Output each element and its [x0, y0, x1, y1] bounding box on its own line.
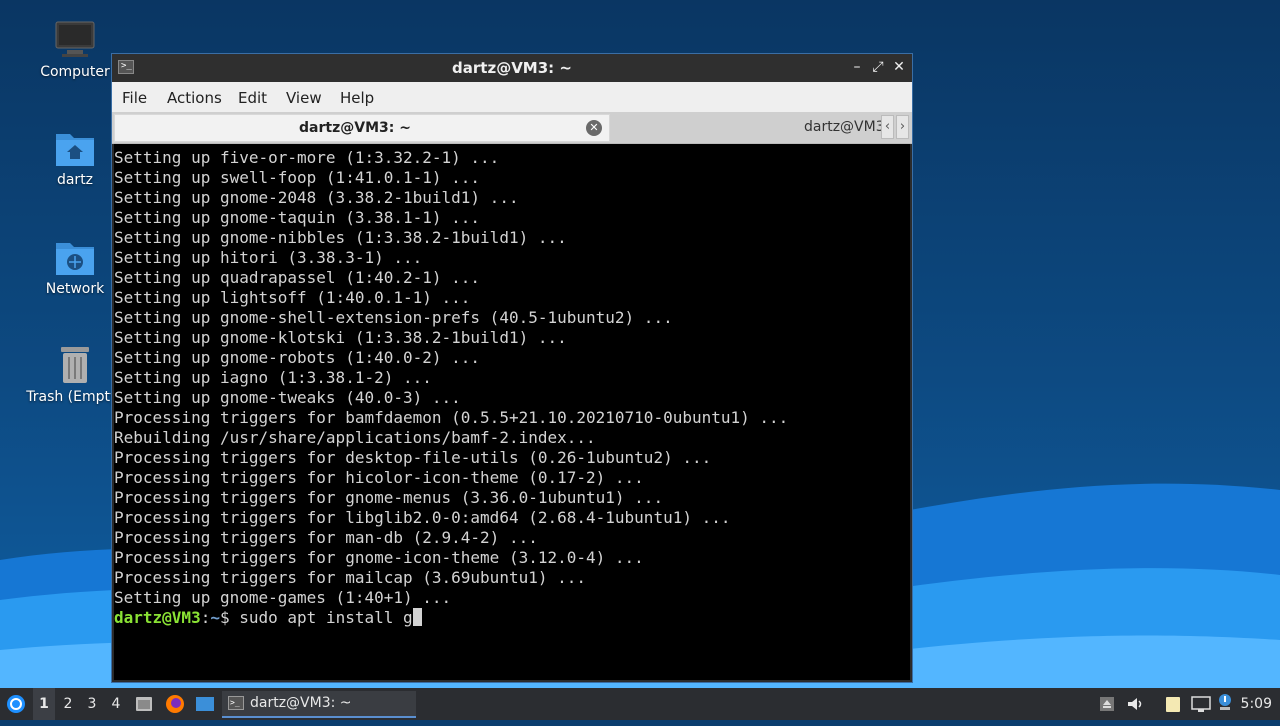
desktop-icon-trash[interactable]: Trash (Empty)	[25, 345, 125, 405]
workspace-1[interactable]: 1	[33, 688, 55, 720]
clipboard-icon	[1166, 697, 1180, 712]
taskbar-task-terminal[interactable]: >_ dartz@VM3: ~	[222, 691, 416, 718]
terminal-line: Setting up gnome-taquin (3.38.1-1) ...	[114, 208, 481, 227]
tab-inactive[interactable]: dartz@VM3: ~	[612, 114, 884, 142]
terminal-line: Processing triggers for desktop-file-uti…	[114, 448, 712, 467]
prompt-user: dartz@VM3	[114, 608, 201, 627]
desktop-icon	[196, 697, 214, 711]
terminal-output[interactable]: Setting up five-or-more (1:3.32.2-1) ...…	[114, 144, 910, 680]
terminal-icon: >_	[228, 696, 244, 710]
start-menu-button[interactable]	[4, 688, 28, 720]
terminal-line: Setting up gnome-robots (1:40.0-2) ...	[114, 348, 481, 367]
clock[interactable]: 5:09	[1241, 688, 1272, 720]
terminal-line: Processing triggers for bamfdaemon (0.5.…	[114, 408, 789, 427]
tray-eject-button[interactable]	[1098, 688, 1116, 720]
command-input[interactable]: sudo apt install g	[239, 608, 412, 627]
desktop-icon-label: Trash (Empty)	[26, 389, 124, 405]
terminal-line: Processing triggers for man-db (2.9.4-2)…	[114, 528, 538, 547]
desktop-icon-network[interactable]: Network	[25, 237, 125, 297]
tab-scroll-left-icon[interactable]: ‹	[881, 115, 894, 139]
terminal-line: Processing triggers for gnome-menus (3.3…	[114, 488, 664, 507]
prompt-separator: :	[200, 608, 211, 627]
network-folder-icon	[56, 243, 94, 275]
terminal-line: Setting up hitori (3.38.3-1) ...	[114, 248, 423, 267]
tab-scroll-right-icon[interactable]: ›	[896, 115, 909, 139]
taskbar: 1 2 3 4 >_ dartz@VM3: ~ 5:09	[0, 688, 1280, 720]
menu-view[interactable]: View	[286, 89, 322, 107]
terminal-line: Setting up gnome-klotski (1:3.38.2-1buil…	[114, 328, 567, 347]
file-manager-icon	[136, 697, 152, 711]
window-title: dartz@VM3: ~	[452, 59, 572, 77]
workspace-2[interactable]: 2	[57, 688, 79, 720]
terminal-line: Processing triggers for mailcap (3.69ubu…	[114, 568, 587, 587]
text-cursor	[412, 608, 422, 626]
eject-icon	[1100, 697, 1114, 711]
lubuntu-logo-icon	[7, 695, 25, 713]
terminal-line: Processing triggers for gnome-icon-theme…	[114, 548, 644, 567]
terminal-line: Setting up swell-foop (1:41.0.1-1) ...	[114, 168, 481, 187]
tab-label: dartz@VM3: ~	[299, 120, 411, 136]
volume-button[interactable]	[1126, 688, 1146, 720]
terminal-line: Setting up gnome-nibbles (1:3.38.2-1buil…	[114, 228, 567, 247]
terminal-line: Setting up gnome-2048 (3.38.2-1build1) .…	[114, 188, 519, 207]
desktop-icon-computer[interactable]: Computer	[25, 20, 125, 80]
terminal-line: Setting up five-or-more (1:3.32.2-1) ...	[114, 148, 500, 167]
menu-edit[interactable]: Edit	[238, 89, 267, 107]
clipboard-button[interactable]	[1163, 688, 1183, 720]
prompt-path: ~	[210, 608, 220, 627]
prompt-symbol: $	[219, 608, 240, 627]
title-bar[interactable]: >_ dartz@VM3: ~ – ⤢ ✕	[112, 54, 912, 82]
terminal-line: Setting up gnome-tweaks (40.0-3) ...	[114, 388, 461, 407]
terminal-line: Setting up iagno (1:3.38.1-2) ...	[114, 368, 432, 387]
home-folder-icon	[56, 134, 94, 166]
terminal-window[interactable]: >_ dartz@VM3: ~ – ⤢ ✕ File Actions Edit …	[111, 53, 913, 683]
menu-help[interactable]: Help	[340, 89, 374, 107]
prompt-line[interactable]: dartz@VM3:~$ sudo apt install g	[114, 608, 788, 628]
tab-active[interactable]: dartz@VM3: ~ ✕	[114, 114, 610, 142]
terminal-line: Setting up gnome-games (1:40+1) ...	[114, 588, 452, 607]
desktop-icon-label: Network	[45, 281, 105, 297]
tab-bar: dartz@VM3: ~ ✕ dartz@VM3: ~ ‹ ›	[112, 112, 912, 144]
menu-bar: File Actions Edit View Help	[112, 82, 912, 112]
trash-icon	[61, 347, 89, 383]
terminal-line: Setting up lightsoff (1:40.0.1-1) ...	[114, 288, 471, 307]
desktop-icon-home[interactable]: dartz	[25, 128, 125, 188]
notification-button[interactable]	[1215, 688, 1235, 720]
menu-actions[interactable]: Actions	[167, 89, 222, 107]
terminal-line: Setting up gnome-shell-extension-prefs (…	[114, 308, 673, 327]
computer-icon	[55, 21, 95, 57]
desktop-icon-label: Computer	[40, 64, 110, 80]
tab-label: dartz@VM3: ~	[804, 119, 884, 135]
update-notification-icon	[1219, 694, 1231, 710]
maximize-button[interactable]: ⤢	[869, 58, 887, 76]
terminal-line: Processing triggers for libglib2.0-0:amd…	[114, 508, 731, 527]
terminal-line: Rebuilding /usr/share/applications/bamf-…	[114, 428, 596, 447]
firefox-icon	[166, 695, 184, 713]
tab-close-icon[interactable]: ✕	[586, 120, 602, 136]
network-wired-icon	[1191, 696, 1211, 712]
network-button[interactable]	[1190, 688, 1212, 720]
task-label: dartz@VM3: ~	[250, 695, 352, 711]
show-desktop-button[interactable]	[194, 688, 216, 720]
workspace-4[interactable]: 4	[105, 688, 127, 720]
file-manager-launcher[interactable]	[134, 688, 154, 720]
workspace-3[interactable]: 3	[81, 688, 103, 720]
volume-icon	[1128, 698, 1142, 710]
minimize-button[interactable]: –	[848, 58, 866, 76]
menu-file[interactable]: File	[122, 89, 147, 107]
desktop-icon-label: dartz	[56, 172, 94, 188]
firefox-launcher[interactable]	[164, 688, 186, 720]
terminal-line: Processing triggers for hicolor-icon-the…	[114, 468, 644, 487]
terminal-line: Setting up quadrapassel (1:40.2-1) ...	[114, 268, 481, 287]
close-button[interactable]: ✕	[890, 58, 908, 76]
